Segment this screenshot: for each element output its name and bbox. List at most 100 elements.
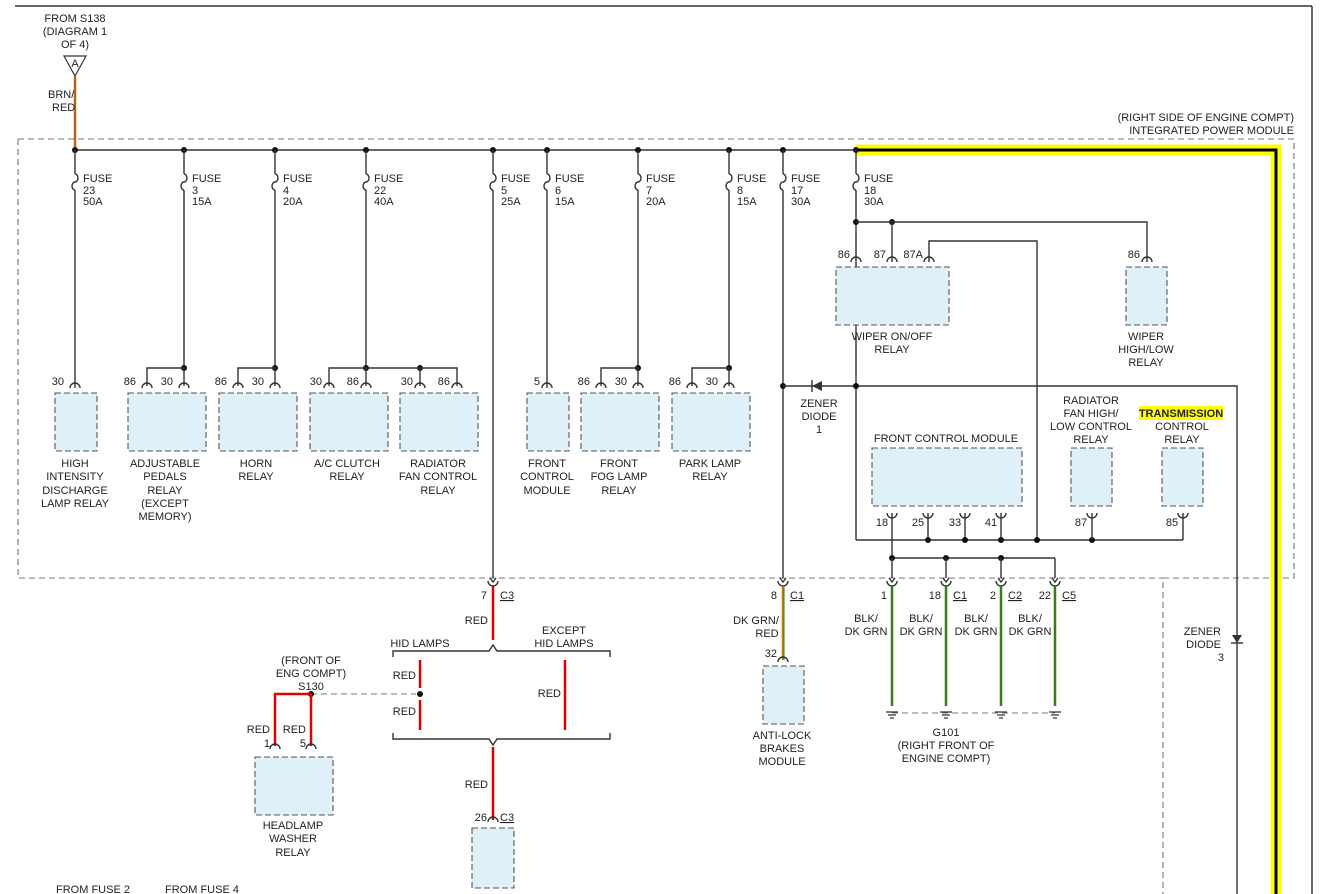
zener-label-1: ZENER bbox=[800, 398, 837, 410]
wire-label: BLK/ bbox=[854, 613, 879, 625]
relay-label-3: RELAY bbox=[601, 485, 637, 497]
relay-label-2: FAN HIGH/ bbox=[1063, 408, 1119, 420]
relay-label-3: MODULE bbox=[523, 485, 570, 497]
abs-label-3: MODULE bbox=[758, 756, 805, 768]
pin-label: 86 bbox=[347, 376, 359, 388]
fuse-label: FUSE bbox=[737, 173, 766, 185]
wire-label: RED bbox=[283, 724, 306, 736]
fuse-label: FUSE bbox=[374, 173, 403, 185]
connector-pin: 2 bbox=[990, 590, 996, 602]
fuse-amps: 30A bbox=[864, 196, 884, 208]
pin-label: 86 bbox=[215, 376, 227, 388]
bottom-label-1: FROM FUSE 2 bbox=[56, 884, 130, 894]
wire-label: RED bbox=[465, 615, 488, 627]
zener-label-2: DIODE bbox=[1186, 639, 1221, 651]
relay-label-2: RELAY bbox=[238, 471, 274, 483]
fuse-amps: 40A bbox=[374, 196, 394, 208]
relay-label-5: MEMORY) bbox=[139, 511, 192, 523]
relay-body bbox=[218, 392, 298, 452]
wire-color-2: RED bbox=[52, 102, 75, 114]
pin-label: 86 bbox=[438, 376, 450, 388]
relay-label-2: RELAY bbox=[1164, 434, 1200, 446]
relay-body bbox=[1070, 447, 1113, 507]
abs-module-body bbox=[762, 665, 805, 725]
connector-pin: 7 bbox=[481, 590, 487, 602]
connector-pin: 8 bbox=[771, 590, 777, 602]
relay-label-2: RELAY bbox=[874, 344, 910, 356]
fuse-4: FUSE 4 20A bbox=[271, 147, 312, 208]
relay-label-2: HIGH/LOW bbox=[1118, 344, 1174, 356]
relay-horn: 86 30 HORN RELAY bbox=[215, 376, 298, 483]
pin-label: 30 bbox=[310, 376, 322, 388]
relay-body bbox=[671, 392, 751, 452]
fuse-label: FUSE bbox=[192, 173, 221, 185]
wire-label: DK GRN bbox=[900, 626, 943, 638]
pin-label: 30 bbox=[52, 376, 64, 388]
connector-pin: 26 bbox=[475, 812, 487, 824]
relay-body bbox=[1161, 447, 1204, 507]
relay-park-lamp: 86 30 PARK LAMP RELAY bbox=[669, 376, 751, 483]
zener-diode-3: ZENER DIODE 3 bbox=[1184, 626, 1243, 664]
fcm-body bbox=[871, 447, 1023, 507]
fuse-7: FUSE 7 20A bbox=[634, 147, 675, 208]
diode-icon bbox=[1232, 635, 1242, 643]
abs-label-1: ANTI-LOCK bbox=[753, 730, 812, 742]
connector-name: C1 bbox=[953, 590, 967, 602]
relay-label-3: LOW CONTROL bbox=[1050, 421, 1132, 433]
wiper-highlow-relay: 86 WIPER HIGH/LOW RELAY bbox=[1118, 249, 1174, 369]
pin-label: 1 bbox=[264, 738, 270, 750]
connector-c3-top: 7 C3 bbox=[481, 577, 514, 602]
front-control-module-small: 5 FRONT CONTROL MODULE bbox=[520, 376, 574, 497]
source-label-3: OF 4) bbox=[61, 39, 89, 51]
relay-label-1: RADIATOR bbox=[1063, 395, 1119, 407]
wire-label: DK GRN bbox=[955, 626, 998, 638]
ground-label-2: (RIGHT FRONT OF bbox=[898, 740, 995, 752]
relay-label-1: WIPER ON/OFF bbox=[852, 331, 933, 343]
relay-body bbox=[254, 756, 334, 816]
zener-label-3: 1 bbox=[816, 424, 822, 436]
relay-label-1: RADIATOR bbox=[410, 458, 466, 470]
fuse-amps: 15A bbox=[737, 196, 757, 208]
relay-label-3: RELAY bbox=[1128, 357, 1164, 369]
pin-label: 86 bbox=[578, 376, 590, 388]
radiator-fan-hilo-relay: RADIATOR FAN HIGH/ LOW CONTROL RELAY 87 bbox=[1050, 395, 1132, 540]
fuse-amps: 30A bbox=[791, 196, 811, 208]
fuse-6: FUSE 6 15A bbox=[543, 147, 584, 208]
relay-body bbox=[580, 392, 660, 452]
bottom-label-2: FROM FUSE 4 bbox=[165, 884, 239, 894]
wire-label: DK GRN/ bbox=[733, 615, 780, 627]
module-body bbox=[526, 392, 570, 452]
relay-label-1: HIGH bbox=[61, 458, 89, 470]
relay-label-2: FOG LAMP bbox=[591, 471, 648, 483]
fuse-label: FUSE bbox=[646, 173, 675, 185]
transmission-control-relay: TRANSMISSION CONTROL RELAY 85 bbox=[1139, 406, 1223, 540]
connector-c1-left: 8 C1 bbox=[771, 577, 804, 602]
pin-label: 85 bbox=[1166, 517, 1178, 529]
connector-c2: 2 C2 bbox=[990, 590, 1022, 602]
hid-component-body bbox=[471, 827, 515, 889]
pin-label: 86 bbox=[669, 376, 681, 388]
wire-label: BLK/ bbox=[964, 613, 989, 625]
wiper-onoff-relay: 86 87 87A WIPER ON/OFF RELAY bbox=[835, 249, 950, 356]
relay-label-4: LAMP RELAY bbox=[41, 498, 110, 510]
splice-label-2: ENG COMPT) bbox=[276, 668, 346, 680]
pin-label: 30 bbox=[615, 376, 627, 388]
relay-label-4: RELAY bbox=[1073, 434, 1109, 446]
fuse-5: FUSE 5 25A bbox=[489, 147, 530, 208]
connector-name: C3 bbox=[500, 812, 514, 824]
wire-label: DK GRN bbox=[845, 626, 888, 638]
connector-letter: A bbox=[71, 58, 79, 70]
ground-label-1: G101 bbox=[933, 727, 960, 739]
relay-body bbox=[399, 392, 479, 452]
pin-label: 18 bbox=[876, 517, 888, 529]
wire-label: BLK/ bbox=[909, 613, 934, 625]
fuse-22: FUSE 22 40A bbox=[362, 147, 403, 208]
pin-label: 87A bbox=[903, 249, 923, 261]
fuse-label: FUSE bbox=[283, 173, 312, 185]
pin-label: 30 bbox=[706, 376, 718, 388]
fuse-17: FUSE 17 30A bbox=[779, 147, 820, 208]
relay-label-4: (EXCEPT bbox=[141, 498, 189, 510]
fuse-amps: 15A bbox=[192, 196, 212, 208]
pin-label: 87 bbox=[874, 249, 886, 261]
relay-label-1: PARK LAMP bbox=[679, 458, 741, 470]
